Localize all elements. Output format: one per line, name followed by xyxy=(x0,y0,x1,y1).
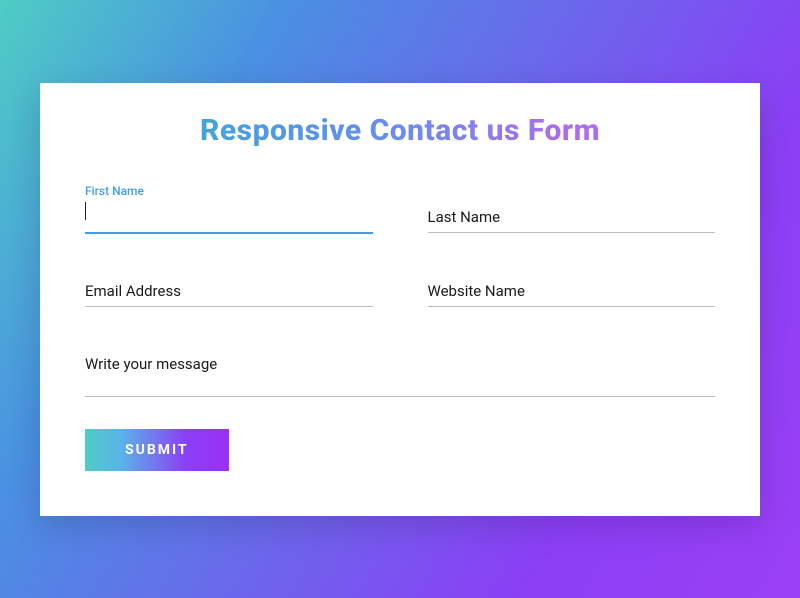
message-field-wrapper xyxy=(85,335,715,401)
first-name-label: First Name xyxy=(85,184,144,198)
first-name-input[interactable] xyxy=(85,202,373,234)
form-title: Responsive Contact us Form xyxy=(85,113,715,148)
website-field-wrapper xyxy=(428,262,716,307)
contact-form-card: Responsive Contact us Form First Name SU… xyxy=(40,83,760,516)
text-cursor xyxy=(85,202,86,220)
message-input[interactable] xyxy=(85,349,715,397)
last-name-input[interactable] xyxy=(428,202,716,233)
submit-button[interactable]: SUBMIT xyxy=(85,429,229,471)
last-name-field-wrapper xyxy=(428,188,716,234)
email-input[interactable] xyxy=(85,276,373,307)
detail-row xyxy=(85,262,715,307)
message-row xyxy=(85,335,715,401)
submit-row: SUBMIT xyxy=(85,429,715,471)
name-row: First Name xyxy=(85,188,715,234)
first-name-field-wrapper: First Name xyxy=(85,188,373,234)
email-field-wrapper xyxy=(85,262,373,307)
website-input[interactable] xyxy=(428,276,716,307)
